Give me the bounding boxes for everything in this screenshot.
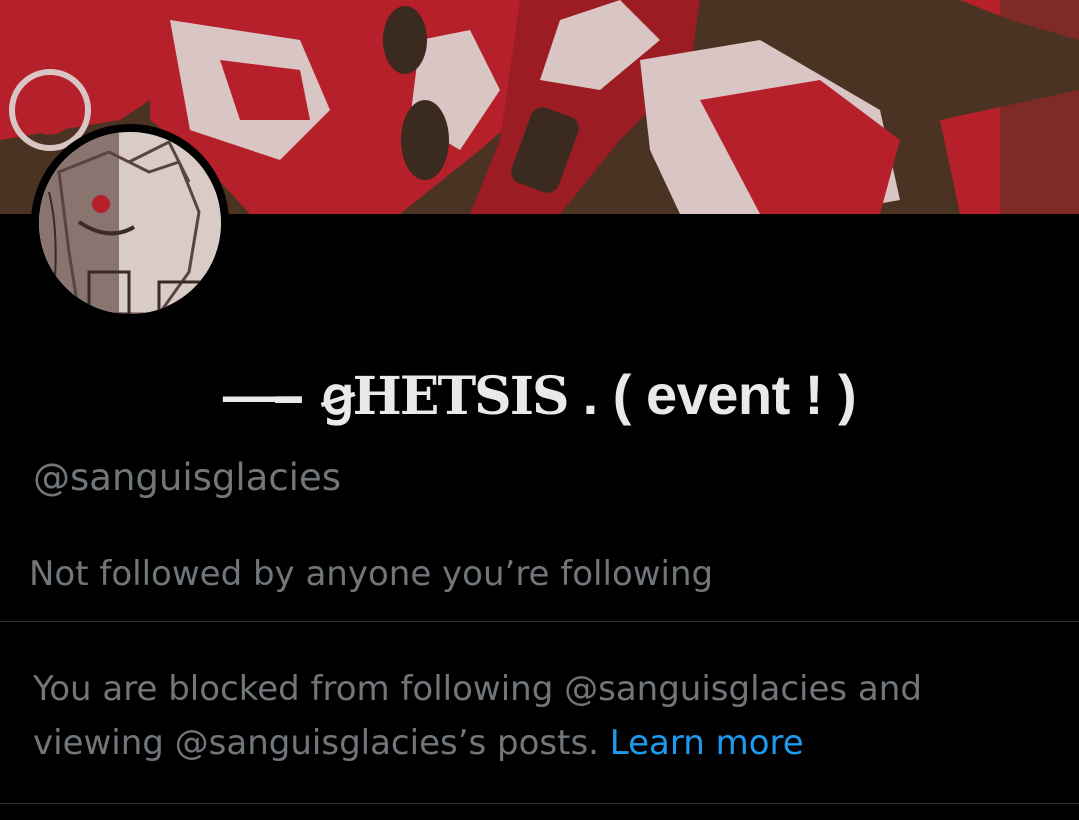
blocked-notice: You are blocked from following @sanguisg… bbox=[33, 662, 1053, 770]
display-name-prefix: —-- bbox=[222, 363, 308, 426]
divider bbox=[0, 803, 1079, 804]
display-name-fancy: ꞡHETSIS bbox=[321, 366, 570, 427]
learn-more-link[interactable]: Learn more bbox=[610, 723, 804, 763]
display-name-suffix: . ( event ! ) bbox=[567, 363, 857, 426]
followers-you-know-note: Not followed by anyone you’re following bbox=[29, 554, 714, 594]
profile-display-name: —-- ꞡHETSIS . ( event ! ) bbox=[0, 362, 1079, 427]
avatar-image bbox=[39, 132, 221, 314]
profile-avatar[interactable] bbox=[31, 124, 229, 322]
divider bbox=[0, 621, 1079, 622]
profile-handle: @sanguisglacies bbox=[33, 456, 341, 499]
